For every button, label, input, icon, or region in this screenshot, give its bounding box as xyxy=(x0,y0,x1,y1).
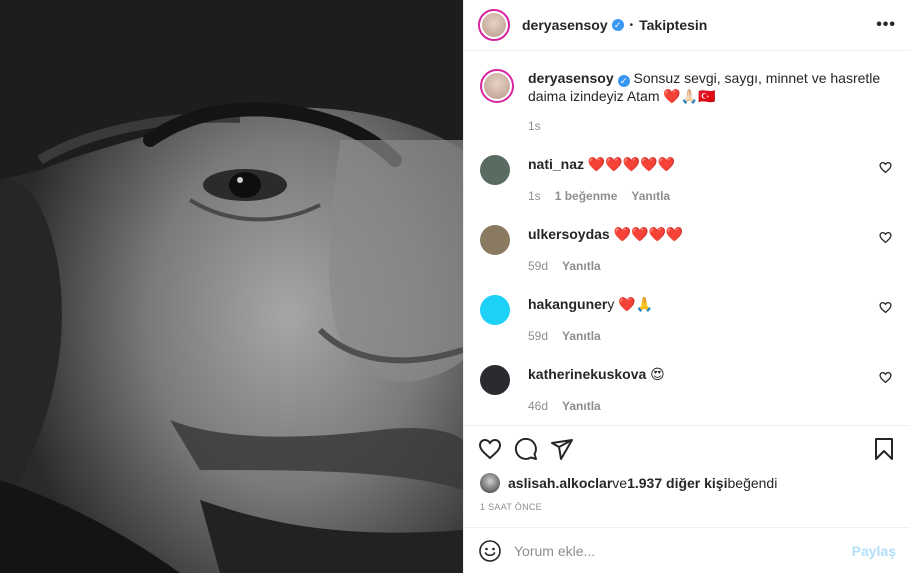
caption: deryasensoy ✓ Sonsuz sevgi, saygı, minnet… xyxy=(480,51,894,133)
verified-badge-icon: ✓ xyxy=(611,19,624,31)
likes-others[interactable]: 1.937 diğer kişi xyxy=(627,475,727,491)
post-timestamp[interactable]: 1 SAAT ÖNCE xyxy=(464,495,910,525)
comment-input[interactable] xyxy=(514,542,852,559)
post-header: deryasensoy ✓ • Takiptesin ••• xyxy=(464,0,910,51)
comment-meta: 1s 1 beğenme Yanıtla xyxy=(528,189,675,203)
likes-suffix: beğendi xyxy=(727,475,778,491)
author-avatar[interactable] xyxy=(478,9,510,41)
reply-button[interactable]: Yanıtla xyxy=(562,329,601,343)
caption-age: 1s xyxy=(528,119,541,133)
comment-text: 😍 xyxy=(646,366,665,382)
follow-status-button[interactable]: Takiptesin xyxy=(639,17,707,33)
comment-text: ❤️❤️❤️❤️ xyxy=(609,226,684,242)
comment-meta: 59d Yanıtla xyxy=(528,329,653,343)
add-comment-bar: Paylaş xyxy=(464,527,910,573)
comment-meta: 59d Yanıtla xyxy=(528,259,683,273)
post-modal: deryasensoy ✓ • Takiptesin ••• deryasens… xyxy=(0,0,910,573)
likes-summary: aslisah.alkoclar ve 1.937 diğer kişi beğ… xyxy=(464,471,910,495)
action-bar xyxy=(464,425,910,471)
reply-button[interactable]: Yanıtla xyxy=(562,399,601,413)
heart-icon[interactable] xyxy=(478,437,502,461)
comments-list[interactable]: deryasensoy ✓ Sonsuz sevgi, saygı, minnet… xyxy=(464,51,910,425)
comment-username[interactable]: nati_naz xyxy=(528,156,584,172)
reply-button[interactable]: Yanıtla xyxy=(562,259,601,273)
comment-like-heart-icon[interactable] xyxy=(879,231,892,244)
reply-button[interactable]: Yanıtla xyxy=(631,189,670,203)
comment-icon[interactable] xyxy=(514,437,538,461)
commenter-avatar[interactable] xyxy=(480,365,510,395)
emoji-icon[interactable] xyxy=(478,539,502,563)
more-icon[interactable]: ••• xyxy=(876,16,896,34)
liker-avatar[interactable] xyxy=(480,473,500,493)
comment-like-heart-icon[interactable] xyxy=(879,371,892,384)
comment-age: 1s xyxy=(528,189,541,203)
bookmark-icon[interactable] xyxy=(872,437,896,461)
comment-meta: 46d Yanıtla xyxy=(528,399,665,413)
comment-username[interactable]: hakanguner xyxy=(528,296,607,312)
comment-text: ❤️❤️❤️❤️❤️ xyxy=(584,156,676,172)
post-side-panel: deryasensoy ✓ • Takiptesin ••• deryasens… xyxy=(463,0,910,573)
comment-row: nati_naz ❤️❤️❤️❤️❤️ 1s 1 beğenme Yanıtla xyxy=(480,155,894,203)
comment-text: y ❤️🙏 xyxy=(607,296,654,312)
commenter-avatar[interactable] xyxy=(480,155,510,185)
caption-avatar[interactable] xyxy=(480,69,514,103)
commenter-avatar[interactable] xyxy=(480,295,510,325)
comment-username[interactable]: katherinekuskova xyxy=(528,366,646,382)
comment-age: 59d xyxy=(528,259,549,273)
commenter-avatar[interactable] xyxy=(480,225,510,255)
share-icon[interactable] xyxy=(550,437,574,461)
comment-age: 59d xyxy=(528,329,549,343)
caption-meta: 1s xyxy=(528,119,894,133)
comment-like-heart-icon[interactable] xyxy=(879,301,892,314)
header-separator: • xyxy=(629,19,634,31)
likes-connector: ve xyxy=(612,475,628,491)
portrait-image xyxy=(0,0,463,573)
verified-badge-icon: ✓ xyxy=(617,75,630,87)
comment-row: hakangunery ❤️🙏 59d Yanıtla xyxy=(480,295,894,343)
comment-likes[interactable]: 1 beğenme xyxy=(555,189,618,203)
caption-username[interactable]: deryasensoy xyxy=(528,70,614,86)
liker-username[interactable]: aslisah.alkoclar xyxy=(508,475,612,491)
comment-like-heart-icon[interactable] xyxy=(879,161,892,174)
comment-row: ulkersoydas ❤️❤️❤️❤️ 59d Yanıtla xyxy=(480,225,894,273)
comment-username[interactable]: ulkersoydas xyxy=(528,226,610,242)
post-photo[interactable] xyxy=(0,0,463,573)
author-username[interactable]: deryasensoy xyxy=(522,17,608,33)
comment-age: 46d xyxy=(528,399,549,413)
post-comment-button[interactable]: Paylaş xyxy=(852,543,896,559)
comment-row: katherinekuskova 😍 46d Yanıtla xyxy=(480,365,894,413)
